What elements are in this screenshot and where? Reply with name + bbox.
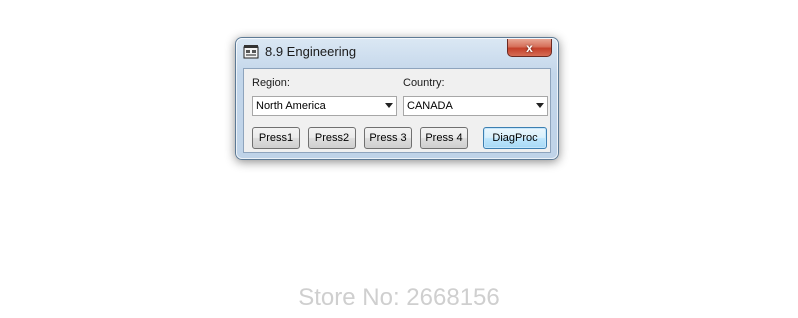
title-bar[interactable]: 8.9 Engineering x	[236, 38, 558, 64]
region-label: Region:	[252, 77, 290, 89]
chevron-down-icon	[536, 103, 544, 108]
country-label: Country:	[403, 77, 445, 89]
store-watermark: Store No: 2668156	[298, 284, 500, 311]
diagproc-button[interactable]: DiagProc	[483, 127, 547, 149]
press4-button[interactable]: Press 4	[420, 127, 468, 149]
client-area: Region: Country: North America CANADA Pr…	[243, 68, 551, 153]
chevron-down-icon	[385, 103, 393, 108]
country-selected-value: CANADA	[407, 100, 453, 112]
engineering-window: 8.9 Engineering x Region: Country: North…	[235, 37, 559, 160]
close-button[interactable]: x	[507, 39, 552, 57]
press2-button[interactable]: Press2	[308, 127, 356, 149]
country-dropdown[interactable]: CANADA	[403, 96, 548, 116]
screen: 8.9 Engineering x Region: Country: North…	[0, 0, 798, 318]
window-title: 8.9 Engineering	[265, 44, 357, 59]
close-icon: x	[526, 40, 533, 55]
region-dropdown[interactable]: North America	[252, 96, 397, 116]
app-icon	[243, 45, 259, 59]
press1-button[interactable]: Press1	[252, 127, 300, 149]
press3-button[interactable]: Press 3	[364, 127, 412, 149]
region-selected-value: North America	[256, 100, 326, 112]
